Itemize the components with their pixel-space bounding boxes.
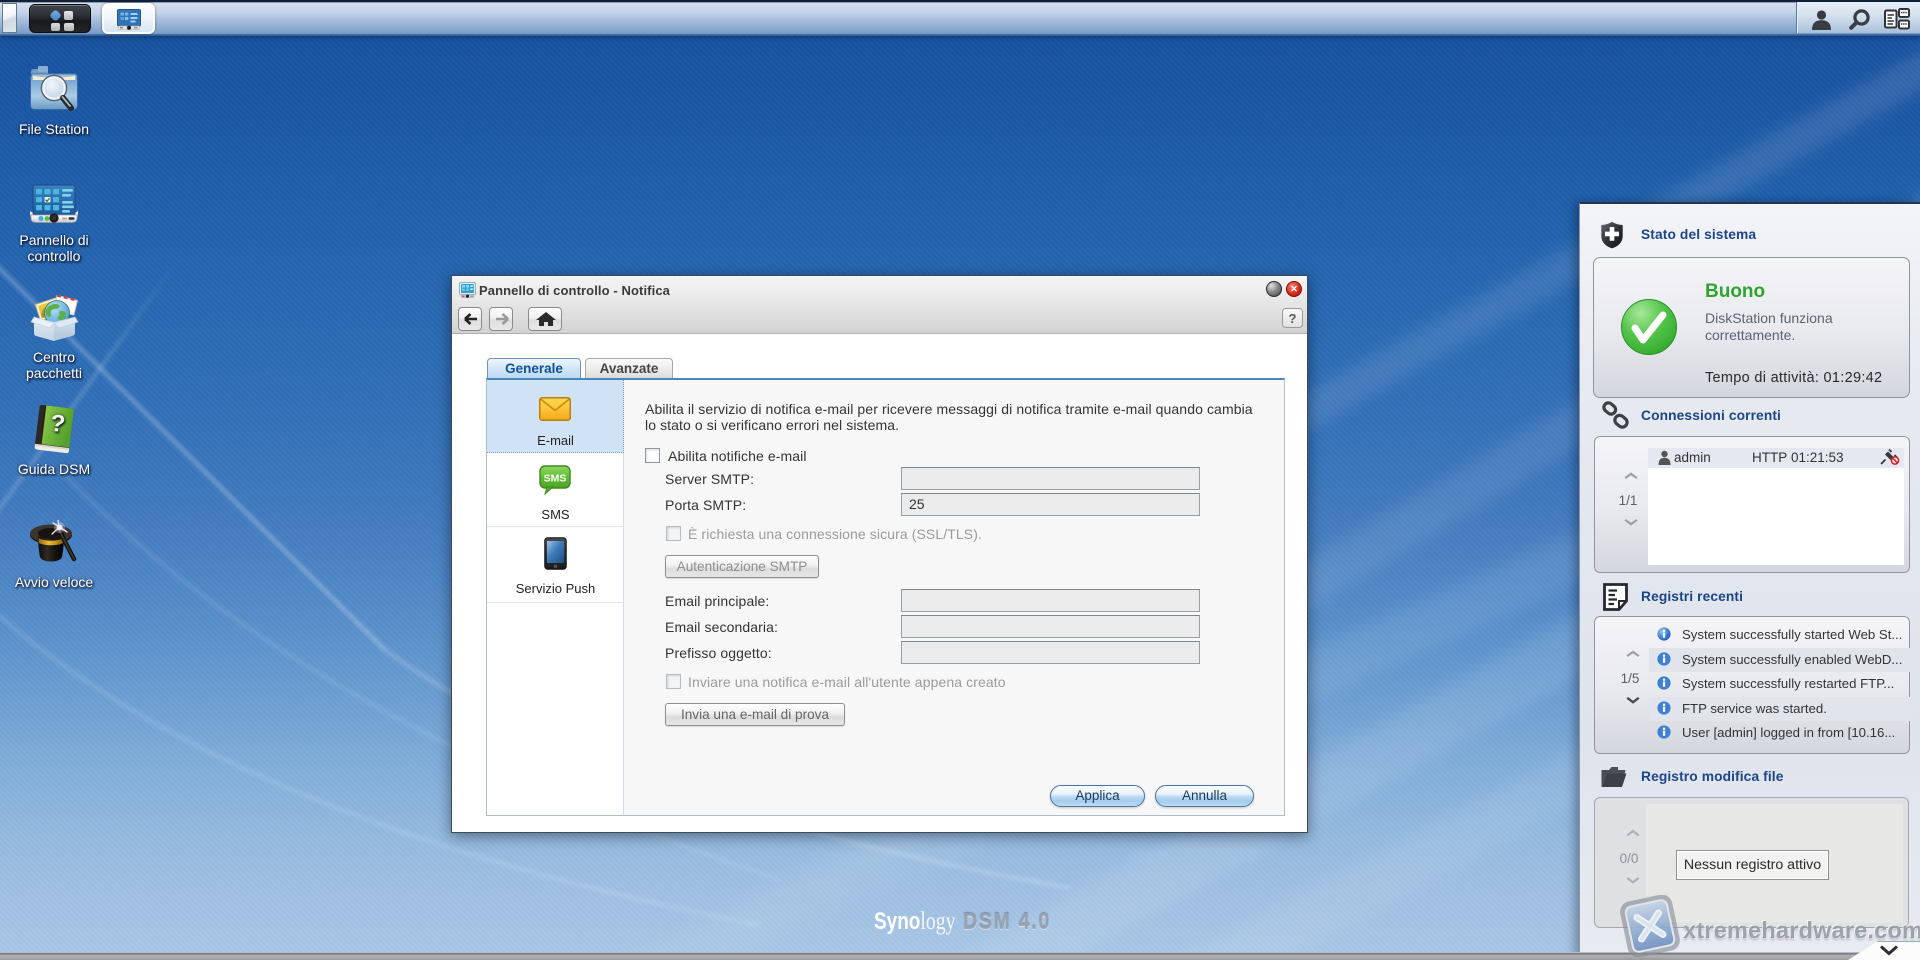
svg-text:SMS: SMS	[544, 473, 567, 485]
